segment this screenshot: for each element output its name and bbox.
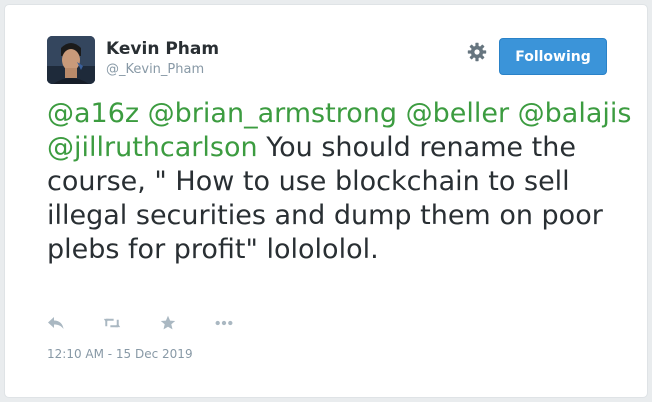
tweet-text: @a16z @brian_armstrong @beller @balajis … (47, 97, 637, 267)
mention-link[interactable]: @beller (406, 98, 509, 129)
gear-icon[interactable] (467, 42, 487, 62)
mention-link[interactable]: @balajis (518, 98, 632, 129)
mention-link[interactable]: @a16z (47, 98, 139, 129)
like-star-icon[interactable] (159, 314, 177, 332)
more-options-icon[interactable] (215, 314, 233, 332)
tweet-timestamp[interactable]: 12:10 AM - 15 Dec 2019 (47, 347, 193, 361)
mention-link[interactable]: @brian_armstrong (148, 98, 397, 129)
tweet-card: Kevin Pham @_Kevin_Pham Following @a16z … (4, 4, 648, 398)
display-name[interactable]: Kevin Pham (106, 39, 219, 59)
user-handle[interactable]: @_Kevin_Pham (106, 62, 204, 77)
following-button[interactable]: Following (499, 38, 607, 75)
avatar[interactable] (47, 36, 95, 84)
reply-icon[interactable] (47, 314, 65, 332)
avatar-image (47, 36, 95, 84)
mention-link[interactable]: @jillruthcarlson (47, 132, 258, 163)
retweet-icon[interactable] (103, 314, 121, 332)
tweet-actions (47, 314, 271, 332)
